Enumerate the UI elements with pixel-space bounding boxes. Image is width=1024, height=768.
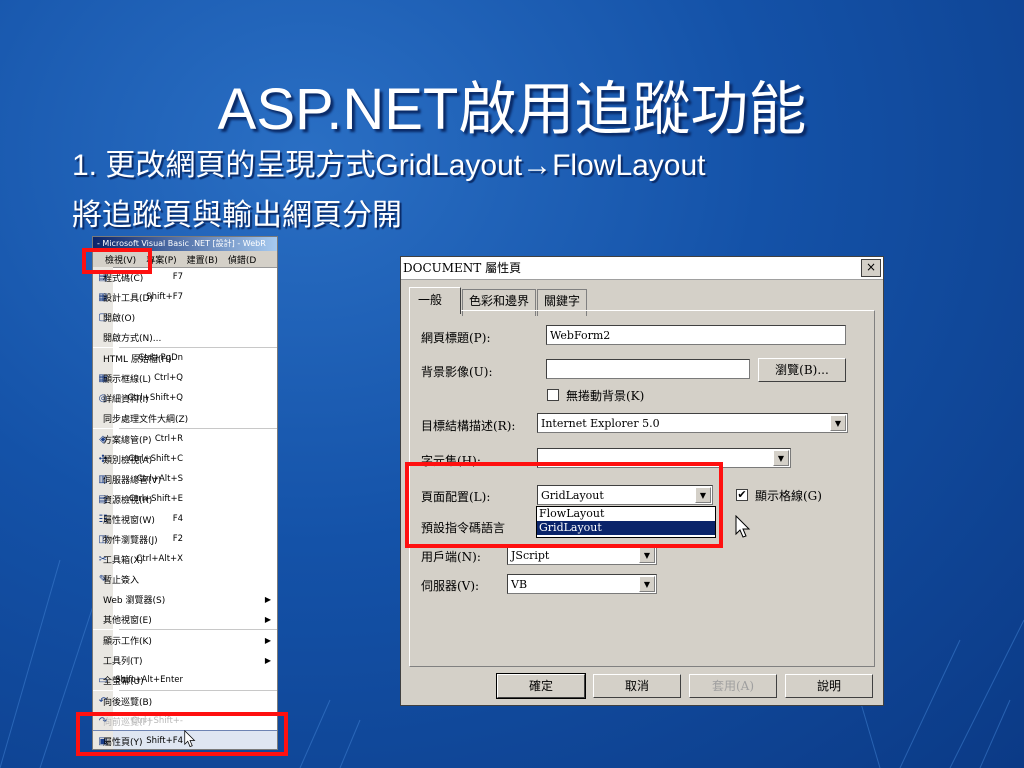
- bg-image-input[interactable]: [546, 359, 750, 379]
- menu-item-show-tasks[interactable]: 顯示工作(K) ▶: [93, 630, 277, 650]
- page-title-input[interactable]: WebForm2: [546, 325, 846, 345]
- dialog-title: DOCUMENT 屬性頁: [403, 261, 522, 275]
- bg-image-label: 背景影像(U):: [421, 365, 493, 379]
- dropdown-arrow-icon[interactable]: ▼: [773, 450, 789, 466]
- server-script-select[interactable]: VB ▼: [507, 574, 657, 594]
- highlight-property-pages-item: [76, 712, 288, 756]
- apply-button[interactable]: 套用(A): [689, 674, 777, 698]
- target-schema-label: 目標結構描述(R):: [421, 419, 516, 433]
- menu-item-full-screen[interactable]: ▭ 全螢幕(U) Shift+Alt+Enter: [93, 670, 277, 690]
- page-title-label: 網頁標題(P):: [421, 331, 491, 345]
- menu-item-designer[interactable]: ▦ 設計工具(D) Shift+F7: [93, 287, 277, 307]
- menu-item-server-explorer[interactable]: ▥ 伺服器總管(V) Ctrl+Alt+S: [93, 469, 277, 489]
- no-scroll-bg-label: 無捲動背景(K): [566, 389, 645, 403]
- view-menu-dropdown: ▤ 程式碼(C) F7 ▦ 設計工具(D) Shift+F7 ▢ 開啟(O) 開啟方式(N…: [93, 267, 277, 749]
- highlight-view-menu: [82, 248, 152, 274]
- submenu-arrow-icon: ▶: [264, 635, 271, 645]
- submenu-arrow-icon: ▶: [264, 594, 271, 604]
- menu-item-other-windows[interactable]: 其他視窗(E) ▶: [93, 609, 277, 629]
- menu-item-navigate-back[interactable]: ↶ 向後巡覽(B): [93, 691, 277, 711]
- menu-item-html-source[interactable]: HTML 原始檔(H) Ctrl+PgDn: [93, 348, 277, 368]
- bullet-line-2: 將追蹤頁與輸出網頁分開: [72, 199, 402, 232]
- menu-item-properties-window[interactable]: ☷ 屬性視窗(W) F4: [93, 509, 277, 529]
- menu-item-show-borders[interactable]: ▦ 顯示框線(L) Ctrl+Q: [93, 368, 277, 388]
- mouse-pointer-icon: [184, 730, 196, 747]
- submenu-arrow-icon: ▶: [264, 614, 271, 624]
- highlight-page-layout: [405, 462, 723, 548]
- menu-item-sync-outline[interactable]: 同步處理文件大綱(Z): [93, 408, 277, 428]
- browse-button[interactable]: 瀏覽(B)...: [758, 358, 846, 382]
- client-label: 用戶端(N):: [421, 550, 481, 564]
- menu-item-solution-explorer[interactable]: ◈ 方案總管(P) Ctrl+R: [93, 429, 277, 449]
- slide-title: ASP.NET啟用追蹤功能: [217, 77, 807, 142]
- help-button[interactable]: 說明: [785, 674, 873, 698]
- menu-build[interactable]: 建置(B): [185, 253, 220, 266]
- no-scroll-bg-checkbox[interactable]: [547, 389, 559, 401]
- menu-item-toolbars[interactable]: 工具列(T) ▶: [93, 650, 277, 670]
- menu-item-open[interactable]: ▢ 開啟(O): [93, 307, 277, 327]
- dropdown-arrow-icon[interactable]: ▼: [830, 415, 846, 431]
- show-grid-checkbox[interactable]: ✔: [736, 489, 748, 501]
- client-script-select[interactable]: JScript ▼: [507, 545, 657, 565]
- menu-item-class-view[interactable]: ✣ 類別檢視(A) Ctrl+Shift+C: [93, 449, 277, 469]
- show-grid-label: 顯示格線(G): [755, 489, 822, 503]
- submenu-arrow-icon: ▶: [264, 655, 271, 665]
- menu-item-details[interactable]: ◎ 詳細資料(I) Ctrl+Shift+Q: [93, 388, 277, 408]
- dialog-titlebar: DOCUMENT 屬性頁 ×: [401, 257, 883, 280]
- target-schema-select[interactable]: Internet Explorer 5.0 ▼: [537, 413, 848, 433]
- menu-item-pending-checkins[interactable]: ✎ 暫止簽入: [93, 569, 277, 589]
- server-label: 伺服器(V):: [421, 579, 480, 593]
- mouse-pointer-icon: [735, 515, 751, 538]
- dropdown-arrow-icon[interactable]: ▼: [639, 547, 655, 563]
- dropdown-arrow-icon[interactable]: ▼: [639, 576, 655, 592]
- bullet-line-1: 1. 更改網頁的呈現方式GridLayout→FlowLayout: [72, 149, 706, 182]
- menu-item-web-browser[interactable]: Web 瀏覽器(S) ▶: [93, 589, 277, 609]
- ok-button[interactable]: 確定: [496, 673, 586, 699]
- view-menu-screenshot: - Microsoft Visual Basic .NET [設計] - Web…: [92, 236, 278, 750]
- menu-debug[interactable]: 偵錯(D: [226, 253, 258, 266]
- menu-item-toolbox[interactable]: ✂ 工具箱(X) Ctrl+Alt+X: [93, 549, 277, 569]
- menu-item-object-browser[interactable]: ◫ 物件瀏覽器(J) F2: [93, 529, 277, 549]
- close-icon[interactable]: ×: [861, 259, 881, 277]
- menu-item-resource-view[interactable]: ▤ 資源檢視(R) Ctrl+Shift+E: [93, 489, 277, 509]
- menu-item-open-with[interactable]: 開啟方式(N)...: [93, 327, 277, 347]
- cancel-button[interactable]: 取消: [593, 674, 681, 698]
- tab-general[interactable]: 一般: [409, 287, 462, 314]
